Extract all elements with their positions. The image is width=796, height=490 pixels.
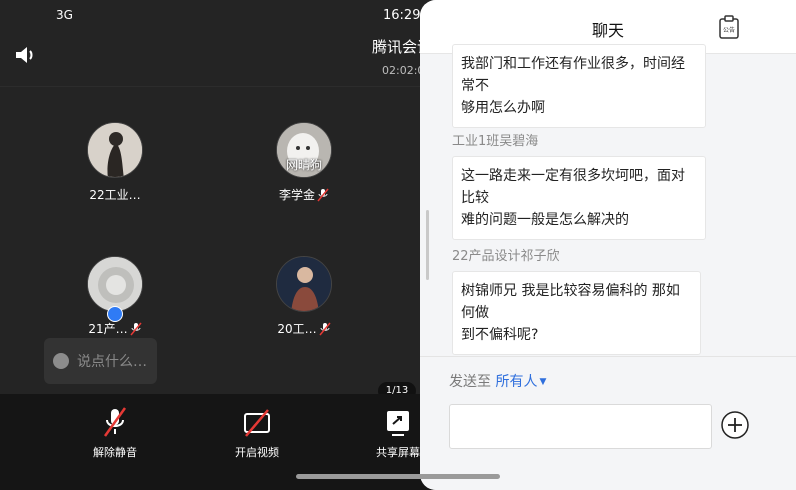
avatar xyxy=(87,256,143,312)
participant-name: 21产… xyxy=(55,320,175,337)
unmute-label: 解除静音 xyxy=(93,446,137,459)
message-sender: 22产品设计祁子欣 xyxy=(452,249,560,264)
clock: 16:29 xyxy=(383,8,421,23)
participant-tile[interactable]: 20工… xyxy=(244,256,364,337)
message-bubble[interactable]: 树锦师兄 我是比较容易偏科的 那如何做 到不偏科呢? xyxy=(452,271,701,355)
message-line: 树锦师兄 我是比较容易偏科的 那如何做 xyxy=(461,283,680,321)
mic-muted-icon xyxy=(130,322,142,335)
avatar: 网晴狗 xyxy=(276,122,332,178)
mic-muted-icon xyxy=(103,407,127,437)
share-screen-label: 共享屏幕 xyxy=(376,446,420,459)
chat-panel: 聊天 公告 我部门和工作还有作业很多，时间经常不 够用怎么办啊 工业1班吴碧海 … xyxy=(420,0,796,490)
caret-down-icon[interactable]: ▼ xyxy=(539,377,546,387)
participant-tile[interactable]: 22工业… xyxy=(55,122,175,203)
send-to-label: 发送至 xyxy=(449,374,491,390)
mic-muted-icon xyxy=(317,188,329,201)
message-line: 我部门和工作还有作业很多，时间经常不 xyxy=(461,56,685,94)
send-to-target[interactable]: 所有人 xyxy=(495,374,537,390)
divider xyxy=(0,86,440,87)
chat-message: 22产品设计祁子欣 树锦师兄 我是比较容易偏科的 那如何做 到不偏科呢? xyxy=(452,245,701,355)
notice-icon[interactable]: 公告 xyxy=(718,14,740,40)
start-video-label: 开启视频 xyxy=(235,446,279,459)
home-indicator[interactable] xyxy=(296,474,500,479)
message-bubble[interactable]: 这一路走来一定有很多坎坷吧，面对比较 难的问题一般是怎么解决的 xyxy=(452,156,706,240)
chat-message: 我部门和工作还有作业很多，时间经常不 够用怎么办啊 xyxy=(452,44,706,128)
send-to-selector[interactable]: 发送至 所有人 ▼ xyxy=(449,371,546,391)
chat-composer: 发送至 所有人 ▼ xyxy=(420,356,796,490)
speaker-icon[interactable] xyxy=(14,44,38,66)
chat-message: 工业1班吴碧海 这一路走来一定有很多坎坷吧，面对比较 难的问题一般是怎么解决的 xyxy=(452,130,706,240)
message-line: 到不偏科呢? xyxy=(461,327,539,343)
emoji-icon[interactable] xyxy=(53,353,69,369)
quick-chat-placeholder: 说点什么… xyxy=(77,354,147,370)
mic-muted-icon xyxy=(319,322,331,335)
unmute-button[interactable]: 解除静音 xyxy=(80,406,150,460)
message-bubble[interactable]: 我部门和工作还有作业很多，时间经常不 够用怎么办啊 xyxy=(452,44,706,128)
avatar-overlay-text: 网晴狗 xyxy=(285,158,322,172)
carrier-status: 3G xyxy=(56,8,73,22)
video-off-icon xyxy=(244,409,270,437)
avatar xyxy=(87,122,143,178)
message-sender: 工业1班吴碧海 xyxy=(452,134,539,149)
chat-message-input[interactable] xyxy=(449,404,712,449)
quick-chat-input[interactable]: 说点什么… xyxy=(44,338,157,384)
chat-scrollbar[interactable] xyxy=(426,210,429,280)
start-video-button[interactable]: 开启视频 xyxy=(222,406,292,460)
participant-name: 20工… xyxy=(244,320,364,337)
plus-icon[interactable] xyxy=(721,411,749,439)
svg-text:公告: 公告 xyxy=(723,26,735,34)
avatar xyxy=(276,256,332,312)
share-screen-icon xyxy=(387,411,409,436)
participant-name: 22工业… xyxy=(89,188,141,202)
participant-tile[interactable]: 21产… xyxy=(55,256,175,337)
participant-tile[interactable]: 网晴狗 李学金 xyxy=(244,122,364,203)
meeting-area: 3G 16:29 腾讯会议 02:02:08 22工业… 网晴狗 李学金 21产… xyxy=(0,0,440,490)
message-line: 这一路走来一定有很多坎坷吧，面对比较 xyxy=(461,168,685,206)
message-line: 难的问题一般是怎么解决的 xyxy=(461,212,629,228)
participant-name: 李学金 xyxy=(244,186,364,203)
user-badge-icon xyxy=(107,306,123,322)
message-line: 够用怎么办啊 xyxy=(461,100,545,116)
